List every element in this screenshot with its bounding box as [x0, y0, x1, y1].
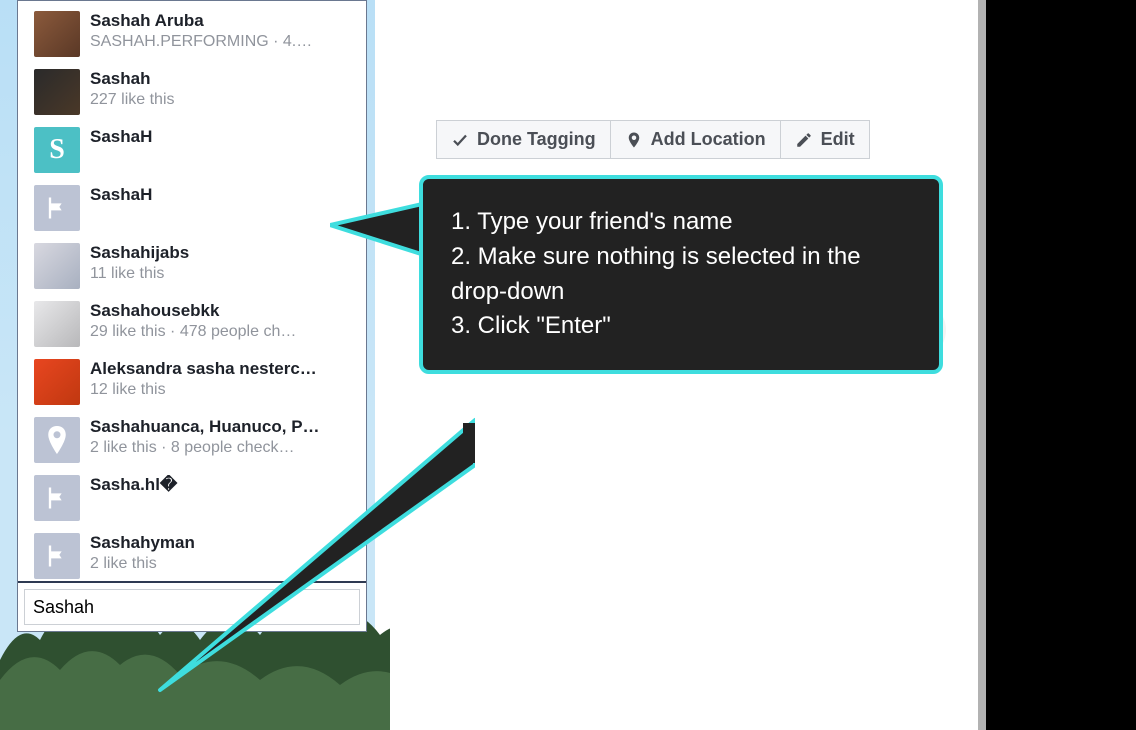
- profile-avatar: [34, 359, 80, 405]
- suggestion-subtitle: 227 like this: [90, 91, 350, 109]
- suggestion-text: Sashahousebkk 29 like this · 478 people c…: [90, 297, 350, 341]
- suggestion-name: Aleksandra sasha nesterc…: [90, 359, 350, 379]
- flag-icon: [34, 475, 80, 521]
- check-icon: [451, 131, 469, 149]
- flag-icon: [34, 533, 80, 579]
- letter-avatar: S: [34, 127, 80, 173]
- flag-icon: [34, 185, 80, 231]
- suggestion-subtitle: SASHAH.PERFORMING · 4.…: [90, 33, 350, 51]
- done-tagging-label: Done Tagging: [477, 129, 596, 150]
- suggestion-name: SashaH: [90, 127, 350, 147]
- pencil-icon: [795, 131, 813, 149]
- done-tagging-button[interactable]: Done Tagging: [436, 120, 611, 159]
- suggestion-text: Sashah Aruba SASHAH.PERFORMING · 4.…: [90, 7, 350, 51]
- edit-label: Edit: [821, 129, 855, 150]
- edit-button[interactable]: Edit: [780, 120, 870, 159]
- suggestion-item[interactable]: Sashah 227 like this: [18, 59, 366, 117]
- suggestion-item[interactable]: Sashahijabs 11 like this: [18, 233, 366, 291]
- suggestion-text: SashaH: [90, 181, 350, 205]
- profile-avatar: [34, 11, 80, 57]
- suggestion-subtitle: 29 like this · 478 people ch…: [90, 323, 350, 341]
- photo-action-row: Done Tagging Add Location Edit: [436, 120, 869, 159]
- suggestion-item[interactable]: Sashahousebkk 29 like this · 478 people c…: [18, 291, 366, 349]
- profile-avatar: [34, 243, 80, 289]
- suggestion-text: SashaH: [90, 123, 350, 147]
- suggestion-item[interactable]: Aleksandra sasha nesterc… 12 like this: [18, 349, 366, 407]
- suggestion-subtitle: 11 like this: [90, 265, 350, 283]
- suggestion-name: Sashah: [90, 69, 350, 89]
- suggestion-item[interactable]: S SashaH: [18, 117, 366, 175]
- callout-line-1: 1. Type your friend's name: [451, 205, 911, 240]
- suggestion-item[interactable]: Sashah Aruba SASHAH.PERFORMING · 4.…: [18, 1, 366, 59]
- callout-arrow-bottom: [145, 415, 475, 695]
- callout-line-3: 3. Click "Enter": [451, 309, 911, 344]
- profile-avatar: [34, 301, 80, 347]
- photo-viewer-edge: [978, 0, 1008, 730]
- suggestion-subtitle: 12 like this: [90, 381, 350, 399]
- suggestion-name: Sashahousebkk: [90, 301, 350, 321]
- instruction-callout: 1. Type your friend's name 2. Make sure …: [419, 175, 943, 374]
- location-pin-icon: [625, 131, 643, 149]
- suggestion-text: Sashah 227 like this: [90, 65, 350, 109]
- suggestion-name: SashaH: [90, 185, 350, 205]
- add-location-label: Add Location: [651, 129, 766, 150]
- add-location-button[interactable]: Add Location: [610, 120, 781, 159]
- suggestion-name: Sashahijabs: [90, 243, 350, 263]
- suggestion-item[interactable]: SashaH: [18, 175, 366, 233]
- callout-line-2: 2. Make sure nothing is selected in the …: [451, 240, 911, 310]
- profile-avatar: [34, 69, 80, 115]
- suggestion-name: Sashah Aruba: [90, 11, 350, 31]
- suggestion-text: Aleksandra sasha nesterc… 12 like this: [90, 355, 350, 399]
- suggestion-text: Sashahijabs 11 like this: [90, 239, 350, 283]
- location-pin-icon: [34, 417, 80, 463]
- photo-viewer-sidebar: [986, 0, 1136, 730]
